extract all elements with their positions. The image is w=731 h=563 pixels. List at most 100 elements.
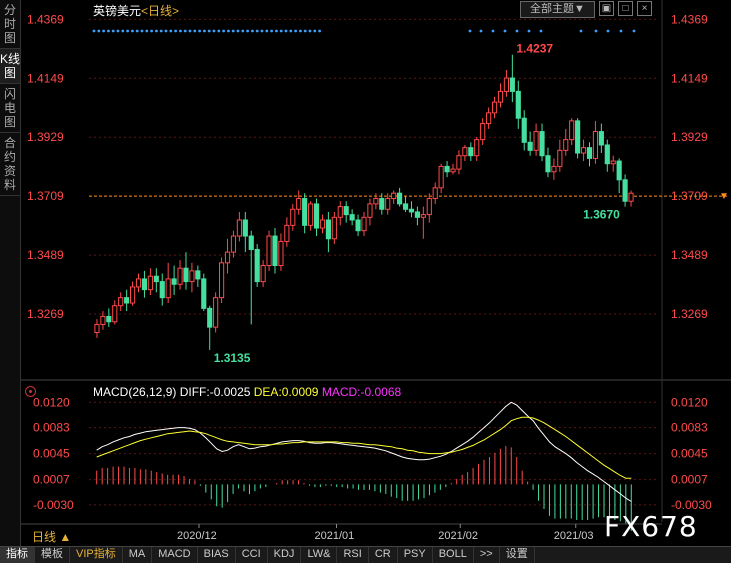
candle-body xyxy=(100,315,106,325)
candle-body xyxy=(426,198,432,216)
candle-body xyxy=(545,155,551,173)
indicator-settings-icon[interactable] xyxy=(25,386,36,397)
candle-body xyxy=(438,165,444,189)
sidebar: 分时图 K线图 闪电图 合约资料 xyxy=(0,0,21,546)
candle-body xyxy=(118,297,124,307)
tab-kline[interactable]: K线图 xyxy=(0,49,20,84)
event-dot xyxy=(579,29,583,33)
candle-body xyxy=(432,187,438,200)
candle-body xyxy=(521,117,527,143)
candle-body xyxy=(598,131,604,146)
candle-body xyxy=(135,278,142,288)
price-tick-right: 1.3489 xyxy=(671,248,708,262)
toolbar-item-12[interactable]: BOLL xyxy=(433,547,474,563)
candle-body xyxy=(604,144,610,165)
candle-body xyxy=(569,120,575,141)
candle-body xyxy=(112,305,118,323)
macd-tick-right: 0.0120 xyxy=(671,395,708,409)
event-dot xyxy=(203,29,206,33)
watermark: FX678 xyxy=(604,510,698,543)
candle-body xyxy=(195,270,201,280)
macd-tick-left: 0.0083 xyxy=(33,421,70,435)
tab-time-sharing[interactable]: 分时图 xyxy=(0,0,20,49)
symbol-name: 英镑美元 xyxy=(93,4,142,18)
candle-body xyxy=(290,208,296,226)
toolbar-item-0[interactable]: 指标 xyxy=(0,547,35,563)
toolbar-item-5[interactable]: BIAS xyxy=(198,547,236,563)
event-dot xyxy=(116,29,120,33)
toolbar-item-14[interactable]: 设置 xyxy=(500,547,535,563)
candle-body xyxy=(497,90,504,103)
candle-body xyxy=(296,198,302,210)
toolbar-item-1[interactable]: 模板 xyxy=(35,547,70,563)
event-dot xyxy=(111,29,115,33)
event-dot xyxy=(468,29,472,33)
candle-body xyxy=(129,286,136,304)
toolbar-item-6[interactable]: CCI xyxy=(236,547,268,563)
event-dot xyxy=(102,29,105,33)
toolbar-item-11[interactable]: PSY xyxy=(398,547,433,563)
event-dot xyxy=(159,29,163,33)
candle-body xyxy=(177,267,183,285)
price-tick-left: 1.3709 xyxy=(27,189,64,203)
toolbar-item-4[interactable]: MACD xyxy=(152,547,198,563)
candle-body xyxy=(189,270,195,283)
indicator-toolbar: 指标 模板 VIP指标 MA MACD BIAS CCI KDJ LW& RSI CR PSY BOLL… xyxy=(0,546,731,563)
candle-body xyxy=(183,267,189,283)
candle-body xyxy=(313,203,320,229)
candle-body xyxy=(171,278,177,285)
toolbar-item-7[interactable]: KDJ xyxy=(268,547,302,563)
tab-contract-info[interactable]: 合约资料 xyxy=(0,133,20,196)
event-dot xyxy=(606,29,610,33)
candle-body xyxy=(527,141,533,151)
candle-body xyxy=(165,278,171,299)
period-selector[interactable]: 日线 ▲ xyxy=(32,528,71,545)
event-dot xyxy=(265,29,269,33)
event-dot xyxy=(299,29,302,33)
toolbar-item-13[interactable]: >> xyxy=(474,547,500,563)
candle-body xyxy=(462,147,468,157)
macd-histogram-value: MACD:-0.0068 xyxy=(321,385,402,399)
event-dot xyxy=(279,29,283,33)
candle-body xyxy=(308,203,314,226)
candle-body xyxy=(586,147,593,159)
event-dot xyxy=(107,29,110,33)
price-chart[interactable]: 1.4369 1.4369 1.4149 1.4149 1.3929 1.3929 1.37… xyxy=(21,0,731,546)
event-dot xyxy=(251,29,254,33)
macd-dea-value: DEA:0.0009 xyxy=(253,385,319,399)
event-dot xyxy=(313,29,317,33)
theme-select-button[interactable]: 全部主题▼ xyxy=(520,1,595,18)
event-dot xyxy=(121,29,125,33)
toolbar-item-9[interactable]: RSI xyxy=(337,547,369,563)
candle-body xyxy=(391,192,397,200)
event-dot xyxy=(491,29,495,33)
candle-body xyxy=(480,123,486,141)
candle-body xyxy=(592,131,599,159)
toolbar-item-2[interactable]: VIP指标 xyxy=(70,547,123,563)
candle-body xyxy=(219,262,225,299)
tab-flash-chart[interactable]: 闪电图 xyxy=(0,84,20,133)
price-tick-left: 1.3929 xyxy=(27,130,64,144)
candle-body xyxy=(373,198,379,205)
candle-body xyxy=(349,214,355,221)
candle-body xyxy=(331,216,337,240)
toolbar-item-8[interactable]: LW& xyxy=(301,547,338,563)
event-dot xyxy=(222,29,226,33)
close-icon[interactable]: × xyxy=(637,1,652,16)
restore-icon[interactable]: □ xyxy=(618,1,633,16)
event-dot xyxy=(241,29,245,33)
toolbar-item-10[interactable]: CR xyxy=(369,547,398,563)
candle-body xyxy=(266,235,272,267)
event-dot xyxy=(188,29,192,33)
macd-tick-left: 0.0007 xyxy=(33,473,70,487)
candle-body xyxy=(408,208,415,213)
current-price-marker: ▼ xyxy=(719,191,729,202)
price-tick-left: 1.4149 xyxy=(27,71,64,85)
x-tick-label: 2021/02 xyxy=(438,530,478,542)
toolbar-item-3[interactable]: MA xyxy=(123,547,153,563)
candle-body xyxy=(557,149,563,167)
candle-body xyxy=(260,265,266,283)
event-dot xyxy=(619,29,623,33)
candle-body xyxy=(575,120,581,154)
chart-view-icon[interactable]: ▣ xyxy=(599,1,614,16)
